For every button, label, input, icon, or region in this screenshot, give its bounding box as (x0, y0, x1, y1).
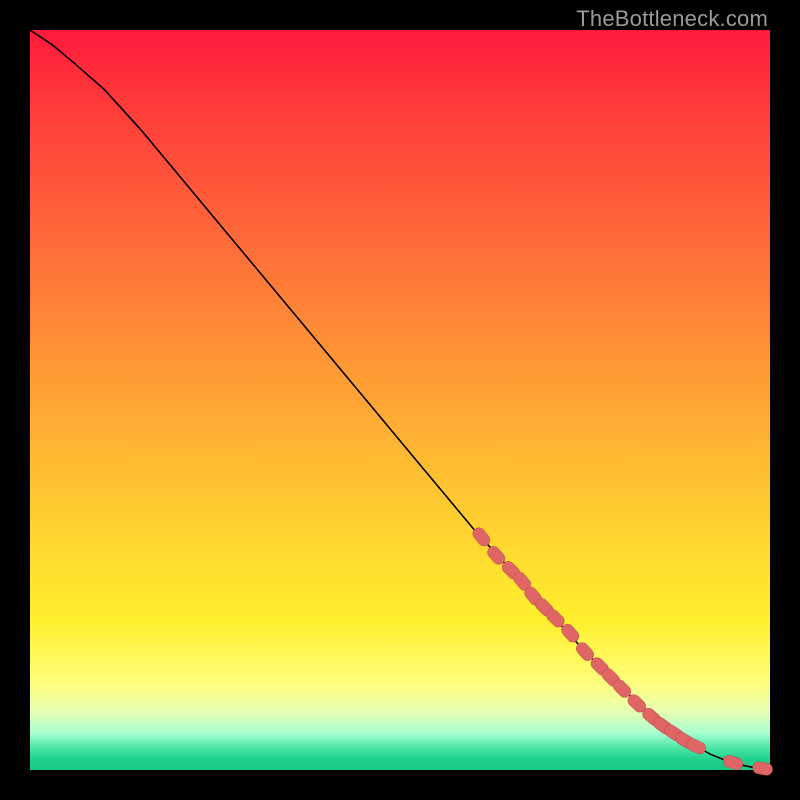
chart-svg (30, 30, 770, 770)
watermark-text: TheBottleneck.com (576, 6, 768, 32)
chart-stage: TheBottleneck.com (0, 0, 800, 800)
markers-group (470, 525, 773, 776)
data-marker (752, 761, 774, 777)
curve-line (30, 30, 770, 769)
plot-area (30, 30, 770, 770)
data-marker (722, 754, 745, 772)
